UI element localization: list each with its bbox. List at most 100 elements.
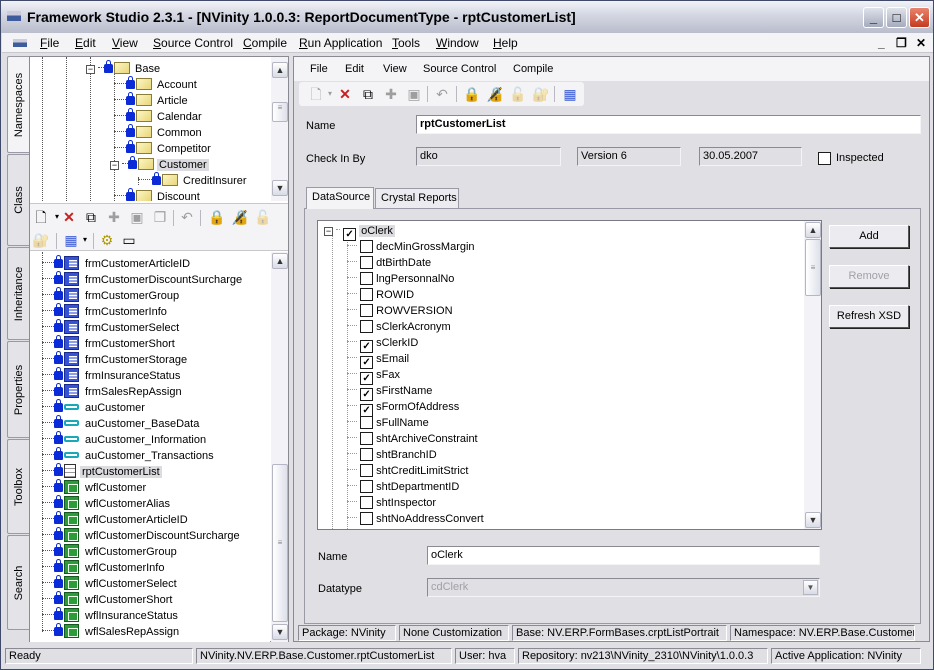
- tree-node[interactable]: Calendar: [114, 108, 204, 125]
- scroll-down-icon[interactable]: ▼: [805, 512, 821, 528]
- datasource-field[interactable]: shtBranchID: [347, 447, 437, 463]
- class-item[interactable]: wflCustomerArticleID: [42, 511, 190, 528]
- add-button[interactable]: Add: [829, 225, 909, 248]
- datasource-field[interactable]: shtDepartmentID: [347, 479, 459, 495]
- menu-help[interactable]: Help: [493, 36, 518, 50]
- collapse-icon[interactable]: −: [324, 227, 333, 236]
- save-all-icon[interactable]: ❐: [151, 208, 169, 226]
- menu-compile[interactable]: Compile: [243, 36, 287, 50]
- checkbox-icon[interactable]: [360, 512, 374, 525]
- inspected-checkbox[interactable]: [818, 152, 831, 165]
- datasource-field[interactable]: ✓ sFormOfAddress: [347, 399, 459, 417]
- puzzle-icon[interactable]: ✚: [105, 208, 123, 226]
- checkbox-icon[interactable]: [360, 480, 374, 493]
- undo-checkout-icon[interactable]: 🔓: [254, 208, 272, 226]
- class-item[interactable]: frmCustomerInfo: [42, 303, 169, 320]
- editor-menu-view[interactable]: View: [383, 63, 407, 75]
- save-icon[interactable]: ▣: [405, 85, 423, 103]
- copy-icon[interactable]: ⧉: [359, 85, 377, 103]
- datasource-field[interactable]: decMinGrossMargin: [347, 239, 475, 255]
- class-item[interactable]: wflCustomerDiscountSurcharge: [42, 527, 242, 544]
- ds-name-input[interactable]: oClerk: [427, 546, 820, 565]
- scroll-thumb[interactable]: ≡: [805, 239, 821, 296]
- tab-crystal-reports[interactable]: Crystal Reports: [375, 188, 459, 208]
- scroll-up-icon[interactable]: ▲: [272, 62, 288, 78]
- tree-node[interactable]: Common: [114, 124, 204, 141]
- datasource-field[interactable]: ✓ sFax: [347, 367, 400, 385]
- datasource-field[interactable]: ✓ sEmail: [347, 351, 409, 369]
- editor-menu-compile[interactable]: Compile: [513, 63, 553, 75]
- collapse-icon[interactable]: −: [86, 65, 95, 74]
- tree-node[interactable]: − Base: [86, 60, 162, 77]
- class-item[interactable]: wflSalesRepAssign: [42, 623, 181, 640]
- datatype-select[interactable]: cdClerk ▼: [427, 578, 820, 597]
- checkbox-icon[interactable]: [360, 256, 374, 269]
- class-item[interactable]: frmCustomerShort: [42, 335, 177, 352]
- menu-run-application[interactable]: Run Application: [299, 36, 382, 50]
- datasource-field[interactable]: sClerkAcronym: [347, 319, 451, 335]
- namespace-scrollbar[interactable]: ▲ ≡ ▼: [271, 57, 288, 201]
- class-item[interactable]: wflCustomerAlias: [42, 495, 172, 512]
- maximize-button[interactable]: □: [886, 7, 907, 28]
- menu-tools[interactable]: Tools: [392, 36, 420, 50]
- menu-source-control[interactable]: Source Control: [153, 36, 233, 50]
- checkbox-icon[interactable]: [360, 320, 374, 333]
- minimize-button[interactable]: _: [863, 7, 884, 28]
- name-input[interactable]: rptCustomerList: [416, 115, 921, 134]
- scroll-thumb[interactable]: ≡: [272, 464, 288, 622]
- datasource-field[interactable]: shtInspector: [347, 495, 436, 511]
- tree-node[interactable]: Discount: [114, 188, 202, 201]
- datasource-scrollbar[interactable]: ▲ ≡ ▼: [804, 221, 821, 529]
- checkin-icon[interactable]: 🔏: [486, 85, 504, 103]
- mdi-restore-button[interactable]: ❐: [896, 36, 907, 50]
- checkbox-icon[interactable]: [360, 288, 374, 301]
- tab-toolbox[interactable]: Toolbox: [7, 439, 29, 534]
- editor-menu-source-control[interactable]: Source Control: [423, 63, 496, 75]
- scroll-up-icon[interactable]: ▲: [272, 253, 288, 269]
- undo-icon[interactable]: ↶: [178, 208, 196, 226]
- tab-search[interactable]: Search: [7, 535, 29, 630]
- tab-inheritance[interactable]: Inheritance: [7, 247, 29, 340]
- class-item[interactable]: auCustomer_Information: [42, 431, 208, 448]
- tree-node[interactable]: Article: [114, 92, 190, 109]
- copy-icon[interactable]: ⧉: [82, 208, 100, 226]
- dropdown-arrow-icon[interactable]: ▼: [803, 580, 818, 595]
- datasource-field[interactable]: ROWVERSION: [347, 303, 453, 319]
- class-item[interactable]: frmCustomerDiscountSurcharge: [42, 271, 244, 288]
- compile-icon[interactable]: ⚙: [98, 231, 116, 249]
- close-button[interactable]: ✕: [909, 7, 930, 28]
- class-item[interactable]: wflCustomerShort: [42, 591, 174, 608]
- class-item[interactable]: auCustomer_Transactions: [42, 447, 216, 464]
- delete-icon[interactable]: ✕: [60, 208, 78, 226]
- tree-node[interactable]: Account: [114, 76, 199, 93]
- checkbox-icon[interactable]: [360, 464, 374, 477]
- datasource-field[interactable]: ✓ sFirstName: [347, 383, 432, 401]
- tab-class[interactable]: Class: [7, 154, 29, 246]
- editor-menu-edit[interactable]: Edit: [345, 63, 364, 75]
- grid-icon[interactable]: ▦: [561, 85, 579, 103]
- datasource-field[interactable]: sFullName: [347, 415, 429, 431]
- checkbox-icon[interactable]: [818, 152, 831, 165]
- class-item-selected[interactable]: rptCustomerList: [42, 463, 162, 480]
- datasource-field[interactable]: ✓ sClerkID: [347, 335, 418, 353]
- remove-button[interactable]: Remove: [829, 265, 909, 288]
- checkout-icon[interactable]: 🔒: [208, 208, 226, 226]
- class-item[interactable]: wflInsuranceStatus: [42, 607, 180, 624]
- title-bar[interactable]: Framework Studio 2.3.1 - [NVinity 1.0.0.…: [1, 1, 933, 33]
- tab-properties[interactable]: Properties: [7, 341, 29, 438]
- checkin-icon[interactable]: 🔏: [231, 208, 249, 226]
- checkbox-icon[interactable]: [360, 304, 374, 317]
- tree-node[interactable]: CreditInsurer: [138, 172, 249, 189]
- datasource-field[interactable]: shtNoAddressConvert: [347, 511, 484, 527]
- class-item[interactable]: frmCustomerArticleID: [42, 255, 192, 272]
- class-item[interactable]: frmInsuranceStatus: [42, 367, 182, 384]
- source-status-icon[interactable]: 🔐: [32, 231, 50, 249]
- class-item[interactable]: frmCustomerStorage: [42, 351, 189, 368]
- datasource-root-node[interactable]: − ✓ oClerk: [324, 223, 395, 241]
- menu-edit[interactable]: Edit: [75, 36, 96, 50]
- menu-file[interactable]: File: [40, 36, 59, 50]
- datasource-field[interactable]: dtBirthDate: [347, 255, 431, 271]
- undo-icon[interactable]: ↶: [433, 85, 451, 103]
- tree-node[interactable]: Competitor: [114, 140, 213, 157]
- class-item[interactable]: auCustomer_BaseData: [42, 415, 201, 432]
